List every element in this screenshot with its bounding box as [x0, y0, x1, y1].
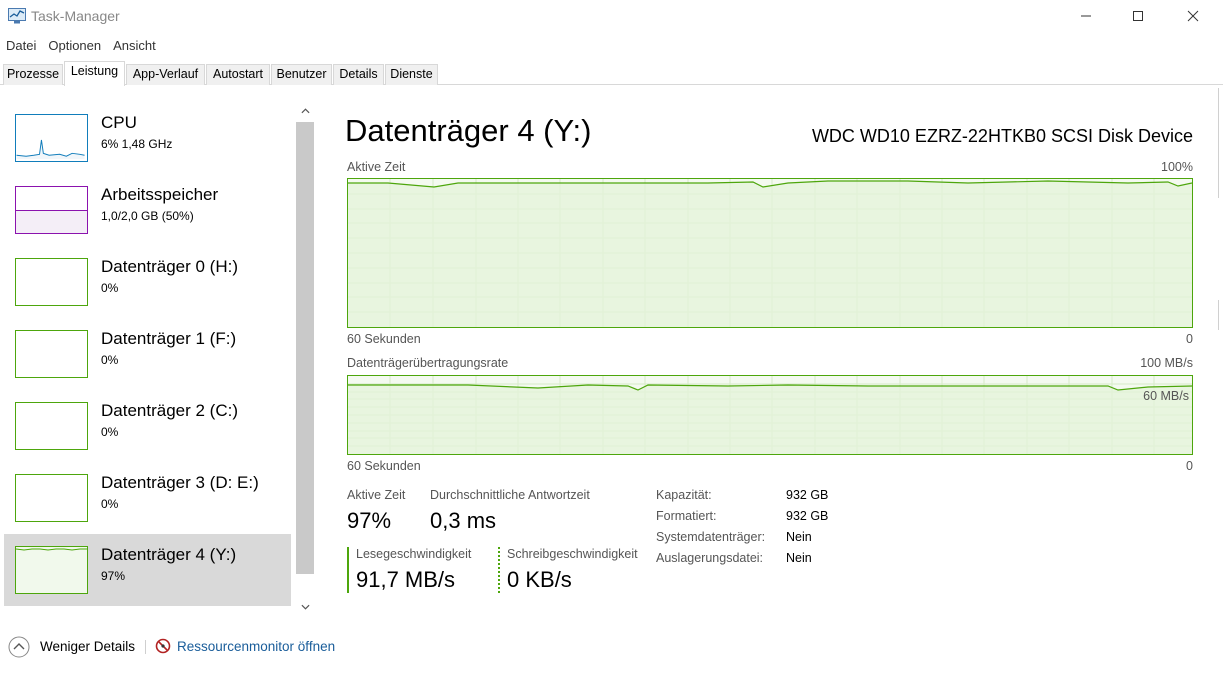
sidebar-item-subtitle: 97%: [101, 569, 126, 583]
tab-strip: Prozesse Leistung App-Verlauf Autostart …: [0, 61, 1223, 86]
disk-0-thumbnail-graph: [15, 258, 88, 306]
page-title: Datenträger 4 (Y:): [345, 113, 592, 148]
sidebar-item-subtitle: 6% 1,48 GHz: [101, 137, 173, 151]
graph-transfer-rate-label: Datenträgerübertragungsrate: [347, 356, 509, 370]
stat-active-time-label: Aktive Zeit: [347, 488, 406, 502]
scroll-down-arrow-icon[interactable]: [296, 598, 314, 616]
stat-response-time-value: 0,3 ms: [430, 508, 497, 533]
close-button[interactable]: [1170, 0, 1216, 32]
prop-page-file-label: Auslagerungsdatei:: [656, 551, 764, 565]
disk-3-thumbnail-graph: [15, 474, 88, 522]
tab-prozesse[interactable]: Prozesse: [3, 64, 63, 85]
stat-active-time-value: 97%: [347, 508, 392, 533]
title-bar: Task-Manager: [0, 0, 1223, 34]
active-time-graph: [347, 178, 1193, 328]
sidebar-item-title: Arbeitsspeicher: [101, 185, 219, 204]
disk-4-thumbnail-graph: [15, 546, 88, 594]
task-manager-app-icon: [8, 8, 26, 24]
disk-1-thumbnail-graph: [15, 330, 88, 378]
prop-formatted-value: 932 GB: [786, 509, 829, 523]
sidebar-item-disk-3[interactable]: Datenträger 3 (D: E:) 0%: [4, 462, 291, 534]
tab-app-verlauf[interactable]: App-Verlauf: [126, 64, 205, 85]
prop-capacity-label: Kapazität:: [656, 488, 712, 502]
sidebar-item-disk-0[interactable]: Datenträger 0 (H:) 0%: [4, 246, 291, 318]
sidebar-item-disk-2[interactable]: Datenträger 2 (C:) 0%: [4, 390, 291, 462]
graph-transfer-rate-mid: 60 MB/s: [1143, 389, 1189, 403]
tab-benutzer[interactable]: Benutzer: [271, 64, 332, 85]
resource-monitor-icon[interactable]: [155, 638, 171, 659]
window-edge: [1218, 88, 1219, 198]
disk-2-thumbnail-graph: [15, 402, 88, 450]
open-resource-monitor-link[interactable]: Ressourcenmonitor öffnen: [177, 639, 335, 654]
maximize-button[interactable]: [1115, 0, 1161, 32]
stat-read-speed-label: Lesegeschwindigkeit: [356, 547, 472, 561]
window-title: Task-Manager: [31, 8, 120, 24]
write-speed-indicator: [498, 547, 500, 593]
sidebar-item-title: Datenträger 4 (Y:): [101, 545, 237, 564]
prop-system-disk-label: Systemdatenträger:: [656, 530, 766, 544]
sidebar-scrollbar[interactable]: [296, 102, 314, 616]
stat-write-speed-label: Schreibgeschwindigkeit: [507, 547, 638, 561]
prop-capacity-value: 932 GB: [786, 488, 829, 502]
tab-dienste[interactable]: Dienste: [385, 64, 438, 85]
sidebar-item-subtitle: 0%: [101, 425, 119, 439]
graph-transfer-rate-x-right: 0: [1186, 459, 1193, 473]
sidebar-item-title: CPU: [101, 113, 137, 132]
fewer-details-button[interactable]: Weniger Details: [40, 639, 135, 654]
stat-write-speed-value: 0 KB/s: [507, 567, 572, 592]
resource-list: CPU 6% 1,48 GHz Arbeitsspeicher 1,0/2,0 …: [0, 100, 296, 618]
sidebar-item-disk-1[interactable]: Datenträger 1 (F:) 0%: [4, 318, 291, 390]
scrollbar-thumb[interactable]: [296, 122, 314, 574]
sidebar-item-subtitle: 0%: [101, 497, 119, 511]
menu-bar: Datei Optionen Ansicht: [0, 36, 162, 56]
tab-leistung[interactable]: Leistung: [64, 61, 125, 86]
sidebar-item-title: Datenträger 2 (C:): [101, 401, 238, 420]
graph-active-time-label: Aktive Zeit: [347, 160, 406, 174]
tab-autostart[interactable]: Autostart: [206, 64, 270, 85]
graph-active-time-max: 100%: [1161, 160, 1193, 174]
stat-read-speed-value: 91,7 MB/s: [356, 567, 456, 592]
scroll-up-arrow-icon[interactable]: [296, 102, 314, 120]
prop-system-disk-value: Nein: [786, 530, 812, 544]
sidebar-item-subtitle: 1,0/2,0 GB (50%): [101, 209, 194, 223]
window-edge: [1218, 300, 1219, 330]
fewer-details-chevron-up-icon[interactable]: [8, 636, 30, 663]
menu-datei[interactable]: Datei: [6, 36, 36, 56]
sidebar-item-subtitle: 0%: [101, 281, 119, 295]
disk-model-name: WDC WD10 EZRZ-22HTKB0 SCSI Disk Device: [811, 126, 1193, 146]
sidebar-item-subtitle: 0%: [101, 353, 119, 367]
stat-response-time-label: Durchschnittliche Antwortzeit: [430, 488, 590, 502]
memory-thumbnail-graph: [15, 186, 88, 234]
graph-active-time-x-right: 0: [1186, 332, 1193, 346]
sidebar-item-title: Datenträger 0 (H:): [101, 257, 238, 276]
sidebar-item-memory[interactable]: Arbeitsspeicher 1,0/2,0 GB (50%): [4, 174, 291, 246]
graph-transfer-rate-x-left: 60 Sekunden: [347, 459, 421, 473]
cpu-thumbnail-graph: [15, 114, 88, 162]
sidebar-item-cpu[interactable]: CPU 6% 1,48 GHz: [4, 102, 291, 174]
sidebar-item-title: Datenträger 3 (D: E:): [101, 473, 259, 492]
menu-ansicht[interactable]: Ansicht: [113, 36, 156, 56]
minimize-button[interactable]: [1063, 0, 1109, 32]
tab-details[interactable]: Details: [333, 64, 384, 85]
transfer-rate-graph: 60 MB/s: [347, 375, 1193, 455]
read-speed-indicator: [347, 547, 349, 593]
footer-divider: [145, 640, 146, 654]
prop-formatted-label: Formatiert:: [656, 509, 717, 523]
prop-page-file-value: Nein: [786, 551, 812, 565]
graph-active-time-x-left: 60 Sekunden: [347, 332, 421, 346]
menu-optionen[interactable]: Optionen: [48, 36, 101, 56]
graph-transfer-rate-max: 100 MB/s: [1140, 356, 1193, 370]
sidebar-item-title: Datenträger 1 (F:): [101, 329, 237, 348]
sidebar-item-disk-4[interactable]: Datenträger 4 (Y:) 97%: [4, 534, 291, 606]
